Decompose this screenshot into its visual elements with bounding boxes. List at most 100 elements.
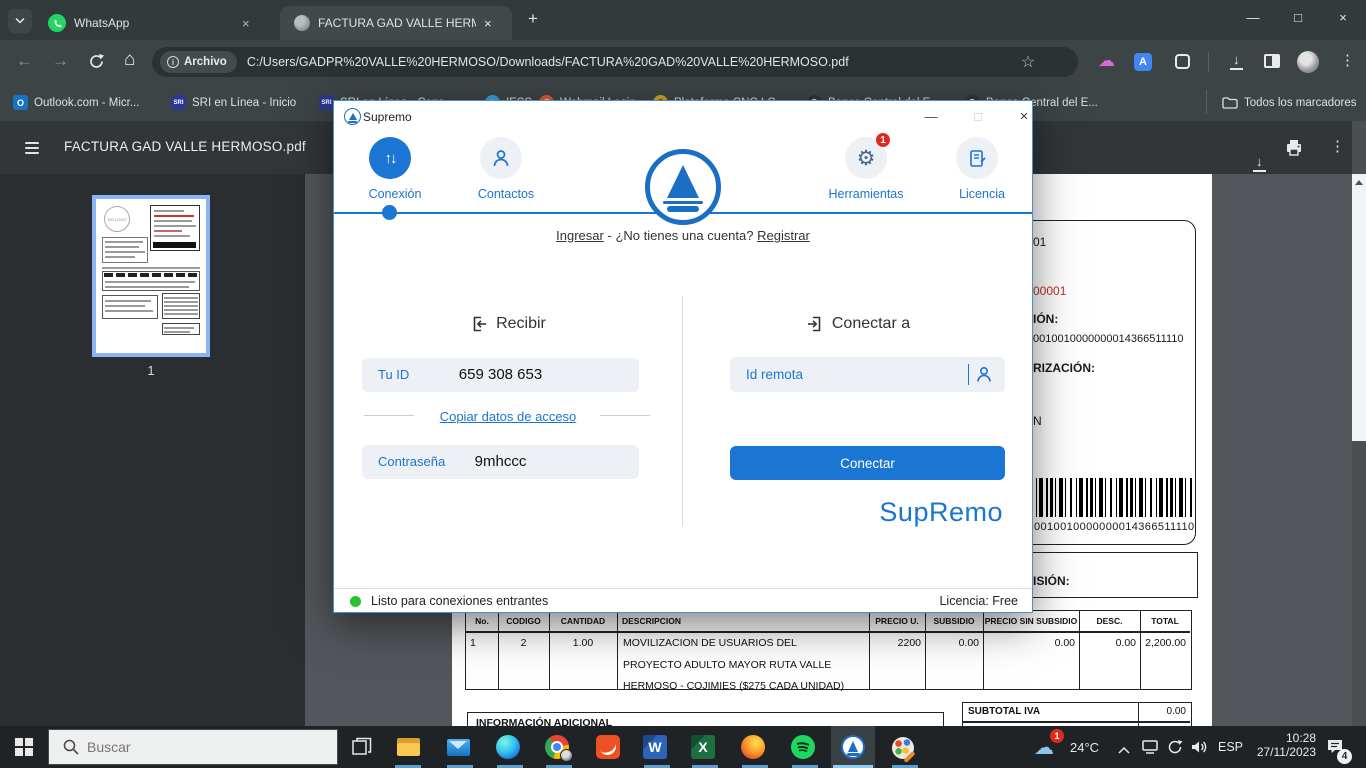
supremo-close-button[interactable]: ×: [1007, 105, 1041, 129]
extensions-icon[interactable]: [1175, 54, 1190, 69]
tab-conexion[interactable]: Conexión: [350, 187, 440, 201]
supremo-minimize-button[interactable]: —: [914, 105, 948, 129]
browser-maximize-button[interactable]: □: [1283, 10, 1313, 25]
bookmark-outlook[interactable]: OOutlook.com - Micr...: [13, 84, 139, 121]
pdf-page-thumbnail[interactable]: NO LOGO: [92, 195, 210, 357]
mail-icon: [446, 735, 471, 760]
remote-id-input[interactable]: [730, 357, 1005, 392]
taskbar-spotify[interactable]: [781, 726, 825, 768]
sri-icon: SRI: [319, 95, 334, 110]
edge-icon: [496, 735, 520, 759]
taskbar-edge[interactable]: [486, 726, 530, 768]
forward-icon[interactable]: →: [52, 51, 69, 71]
cell: 0.00: [925, 637, 979, 649]
pdf-scroll-up-button[interactable]: [1352, 174, 1366, 191]
profile-avatar[interactable]: [1297, 51, 1319, 73]
address-book-icon[interactable]: [975, 365, 993, 383]
screen: WhatsApp × FACTURA GAD VALLE HERMOSO × +…: [0, 0, 1366, 768]
browser-menu-icon[interactable]: ⋮: [1340, 51, 1355, 69]
start-button[interactable]: [0, 726, 48, 768]
toolbar-divider: [1208, 52, 1209, 72]
language-indicator[interactable]: ESP: [1218, 740, 1243, 754]
taskbar-supremo-active[interactable]: [831, 726, 875, 768]
pdf-more-options-icon[interactable]: ⋮: [1330, 137, 1345, 155]
register-link[interactable]: Registrar: [757, 228, 810, 243]
bookmarks-divider: [1206, 90, 1207, 114]
tab-contactos-icon[interactable]: [480, 137, 522, 179]
url-text[interactable]: C:/Users/GADPR%20VALLE%20HERMOSO/Downloa…: [247, 55, 1017, 69]
cell: 2,200.00: [1140, 637, 1186, 649]
taskbar-paint[interactable]: [881, 726, 925, 768]
tab-contactos[interactable]: Contactos: [461, 187, 551, 201]
receive-icon: [470, 315, 488, 333]
tab-factura-active[interactable]: FACTURA GAD VALLE HERMOSO ×: [280, 6, 512, 40]
pdf-scrollbar-thumb[interactable]: [1352, 191, 1366, 441]
home-icon[interactable]: ⌂: [124, 49, 135, 71]
taskbar-file-explorer[interactable]: [386, 726, 430, 768]
bookmark-star-icon[interactable]: ☆: [1021, 52, 1035, 72]
cell: 1: [470, 637, 476, 649]
thumbnail-info-box: [102, 295, 158, 319]
weather-extension-icon[interactable]: ☁: [1098, 51, 1115, 71]
col-header: DESC.: [1079, 616, 1140, 626]
all-bookmarks-button[interactable]: Todos los marcadores: [1222, 84, 1357, 121]
herramientas-badge: 1: [875, 132, 891, 148]
tab-conexion-icon[interactable]: ↑↓: [369, 137, 411, 179]
tab-whatsapp[interactable]: WhatsApp ×: [36, 6, 268, 40]
sri-icon: SRI: [171, 95, 186, 110]
tab-licencia-icon[interactable]: [956, 137, 998, 179]
thumbnail-header-box: [150, 205, 200, 251]
clock[interactable]: 10:28 27/11/2023: [1248, 731, 1316, 759]
paint-icon: [891, 735, 916, 760]
network-icon[interactable]: [1141, 740, 1159, 759]
supremo-maximize-button[interactable]: □: [961, 105, 995, 129]
volume-icon[interactable]: [1191, 739, 1209, 760]
new-tab-button[interactable]: +: [528, 9, 538, 29]
pdf-menu-icon[interactable]: [25, 139, 39, 157]
file-explorer-icon: [396, 735, 421, 760]
sync-icon[interactable]: [1167, 739, 1183, 760]
password-field[interactable]: Contraseña 9mhccc: [362, 445, 639, 479]
browser-minimize-button[interactable]: —: [1238, 10, 1268, 25]
connect-heading: Conectar a: [832, 315, 910, 333]
reload-icon[interactable]: [88, 53, 105, 75]
col-header: PRECIO U.: [869, 616, 925, 626]
supremo-window: Supremo — □ × ↑↓ Conexión Contactos ⚙ 1 …: [333, 100, 1033, 613]
address-bar[interactable]: i Archivo C:/Users/GADPR%20VALLE%20HERMO…: [152, 47, 1078, 77]
task-view-button[interactable]: [340, 726, 384, 768]
tab-close-icon[interactable]: ×: [484, 16, 492, 31]
bookmark-sri-inicio[interactable]: SRISRI en Línea - Inicio: [171, 84, 296, 121]
sidebar-toggle-icon[interactable]: [1264, 54, 1280, 68]
pdf-download-icon[interactable]: ↓: [1252, 156, 1268, 172]
taskbar-chrome[interactable]: [535, 726, 579, 768]
back-icon[interactable]: ←: [16, 51, 33, 71]
taskbar-mail[interactable]: [436, 726, 480, 768]
pdf-print-icon[interactable]: [1285, 139, 1303, 161]
tab-close-icon[interactable]: ×: [242, 16, 250, 31]
supremo-app-icon: [344, 108, 361, 125]
col-header: CANTIDAD: [549, 616, 617, 626]
thumbnail-items-table: [102, 271, 200, 291]
tab-search-chevron-button[interactable]: [8, 9, 32, 33]
tab-herramientas[interactable]: Herramientas: [821, 187, 911, 201]
cell: HERMOSO - COJIMIES ($275 CADA UNIDAD): [623, 680, 844, 692]
your-id-field[interactable]: Tu ID 659 308 653: [362, 358, 639, 392]
bookmark-label: Todos los marcadores: [1244, 97, 1357, 109]
tray-chevron-up-icon[interactable]: [1117, 742, 1131, 760]
whatsapp-icon: [48, 14, 66, 32]
downloads-icon[interactable]: ↓: [1229, 54, 1245, 70]
login-link[interactable]: Ingresar: [556, 228, 604, 243]
translate-icon[interactable]: A: [1134, 53, 1152, 71]
supremo-logo: [645, 149, 721, 225]
search-input[interactable]: [87, 739, 307, 755]
taskbar-foxit[interactable]: [586, 726, 630, 768]
copy-access-link[interactable]: Copiar datos de acceso: [440, 409, 577, 424]
browser-close-button[interactable]: ×: [1328, 10, 1358, 25]
connect-button[interactable]: Conectar: [730, 446, 1005, 480]
tab-licencia[interactable]: Licencia: [937, 187, 1027, 201]
taskbar-firefox[interactable]: [731, 726, 775, 768]
taskbar-search-box[interactable]: [48, 729, 338, 765]
taskbar-excel[interactable]: X: [681, 726, 725, 768]
taskbar-word[interactable]: W: [633, 726, 677, 768]
temperature-text[interactable]: 24°C: [1070, 740, 1099, 755]
